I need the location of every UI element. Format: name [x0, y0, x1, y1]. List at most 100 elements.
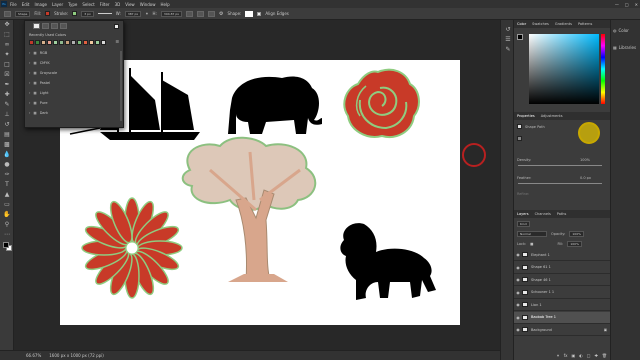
path-align-icon[interactable] — [197, 10, 205, 17]
density-slider[interactable] — [518, 165, 602, 166]
link-icon[interactable]: ⚭ — [145, 11, 148, 16]
quick-select-tool-icon[interactable]: ✦ — [3, 51, 11, 58]
history-icon[interactable]: ↺ — [504, 26, 512, 33]
mode-dropdown[interactable]: Shape — [15, 10, 31, 17]
menu-filter[interactable]: Filter — [100, 2, 110, 7]
eye-icon[interactable]: ◉ — [514, 315, 522, 320]
swatch-folder[interactable]: › ■ CMYK — [29, 58, 119, 68]
menu-image[interactable]: Image — [34, 2, 47, 7]
density-value[interactable]: 100% — [580, 158, 590, 162]
swatch-folder[interactable]: › ■ Dark — [29, 108, 119, 118]
pen-tool-icon[interactable]: ✑ — [3, 171, 11, 178]
add-mask-icon[interactable]: ▣ — [572, 353, 576, 358]
elephant-shape[interactable] — [228, 76, 322, 134]
layer-name[interactable]: Schooner 1 1 — [531, 290, 554, 294]
height-field[interactable]: 304.87 px — [160, 10, 183, 17]
scrollbar[interactable] — [120, 51, 122, 121]
marquee-tool-icon[interactable]: ⬚ — [3, 31, 11, 38]
fx-icon[interactable]: fx — [564, 353, 568, 358]
pixel-mask-icon[interactable] — [517, 124, 522, 129]
align-edges-checkbox[interactable] — [257, 11, 262, 16]
healing-tool-icon[interactable]: ✚ — [3, 91, 11, 98]
maximize-icon[interactable]: □ — [625, 2, 629, 7]
chevron-right-icon[interactable]: › — [29, 101, 30, 105]
menu-edit[interactable]: Edit — [22, 2, 30, 7]
eye-icon[interactable]: ◉ — [514, 327, 522, 332]
color-field[interactable] — [529, 34, 599, 104]
recent-color-swatch[interactable] — [41, 40, 46, 45]
swatch-folder[interactable]: › ■ Light — [29, 88, 119, 98]
no-color-icon[interactable] — [33, 23, 40, 29]
more-tools-icon[interactable]: ⋯ — [3, 231, 11, 238]
path-arrange-icon[interactable] — [208, 10, 216, 17]
recent-color-swatch[interactable] — [53, 40, 58, 45]
foreground-color-chip[interactable] — [517, 34, 523, 40]
shape-picker[interactable] — [245, 10, 254, 17]
hue-slider[interactable] — [601, 34, 605, 104]
chevron-right-icon[interactable]: › — [29, 71, 30, 75]
chevron-right-icon[interactable]: › — [29, 91, 30, 95]
tab-channels[interactable]: Channels — [535, 212, 551, 216]
layer-row[interactable]: ◉ Background ▣ — [514, 324, 611, 336]
frame-tool-icon[interactable]: ☒ — [3, 71, 11, 78]
menu-3d[interactable]: 3D — [115, 2, 121, 7]
layer-name[interactable]: Background — [531, 328, 552, 332]
recent-color-swatch[interactable] — [71, 40, 76, 45]
tab-swatches[interactable]: Swatches — [532, 22, 549, 26]
feather-slider[interactable] — [518, 183, 602, 184]
recent-color-swatch[interactable] — [47, 40, 52, 45]
chevron-right-icon[interactable]: › — [29, 61, 30, 65]
recent-color-swatch[interactable] — [65, 40, 70, 45]
color-swatches[interactable] — [0, 241, 14, 253]
menu-help[interactable]: Help — [160, 2, 169, 7]
tab-patterns[interactable]: Patterns — [578, 22, 592, 26]
layer-name[interactable]: Shape 61 1 — [531, 265, 551, 269]
recent-color-swatch[interactable] — [77, 40, 82, 45]
foreground-color-swatch[interactable] — [3, 242, 9, 248]
baobab-tree-shape[interactable] — [181, 136, 317, 282]
width-field[interactable]: 387 px — [124, 10, 142, 17]
panel-menu-icon[interactable]: ☰ — [115, 39, 119, 44]
zoom-level[interactable]: 66.67% — [26, 353, 41, 358]
close-icon[interactable]: ✕ — [635, 2, 638, 7]
lasso-tool-icon[interactable]: ∞ — [3, 41, 11, 48]
lock-icon[interactable]: ■ — [530, 242, 533, 246]
swatch-folder[interactable]: › ■ RGB — [29, 48, 119, 58]
crop-tool-icon[interactable]: □ — [3, 61, 11, 68]
menu-file[interactable]: File — [10, 2, 17, 7]
menu-layer[interactable]: Layer — [52, 2, 63, 7]
stroke-style-line[interactable] — [97, 13, 112, 14]
move-tool-icon[interactable]: ✥ — [3, 21, 11, 28]
blur-tool-icon[interactable]: 💧 — [3, 151, 11, 158]
layer-row[interactable]: ◉ Elephant 1 — [514, 249, 611, 261]
eye-icon[interactable]: ◉ — [514, 277, 522, 282]
color-picker-icon[interactable] — [114, 23, 119, 29]
tool-preset-icon[interactable] — [4, 10, 11, 17]
gradient-tool-icon[interactable]: ▩ — [3, 141, 11, 148]
brush-tool-icon[interactable]: ✎ — [3, 101, 11, 108]
layer-name[interactable]: Shape 46 1 — [531, 278, 551, 282]
history-brush-icon[interactable]: ↺ — [3, 121, 11, 128]
tab-paths[interactable]: Paths — [557, 212, 567, 216]
menu-select[interactable]: Select — [82, 2, 94, 7]
recent-color-swatch[interactable] — [89, 40, 94, 45]
tab-adjustments[interactable]: Adjustments — [541, 114, 563, 118]
path-select-tool-icon[interactable]: ▲ — [3, 191, 11, 198]
properties-icon[interactable]: ☰ — [504, 36, 512, 43]
tab-color[interactable]: Color — [517, 22, 526, 26]
recent-color-swatch[interactable] — [95, 40, 100, 45]
minimize-icon[interactable]: — — [615, 2, 619, 7]
type-tool-icon[interactable]: T — [3, 181, 11, 188]
dodge-tool-icon[interactable]: ● — [3, 161, 11, 168]
zoom-tool-icon[interactable]: ⚲ — [3, 221, 11, 228]
link-layers-icon[interactable]: ⚭ — [556, 353, 559, 358]
pattern-icon[interactable] — [60, 23, 67, 29]
swatch-folder[interactable]: › ■ Pure — [29, 98, 119, 108]
stroke-width-field[interactable]: 3 px — [81, 10, 94, 17]
menu-view[interactable]: View — [125, 2, 135, 7]
flower-shape[interactable] — [81, 197, 183, 299]
eye-icon[interactable]: ◉ — [514, 252, 522, 257]
libraries-collapsed[interactable]: ▦ Libraries — [611, 41, 640, 54]
tab-layers[interactable]: Layers — [517, 212, 529, 216]
filter-kind-dropdown[interactable]: Kind — [517, 221, 530, 227]
